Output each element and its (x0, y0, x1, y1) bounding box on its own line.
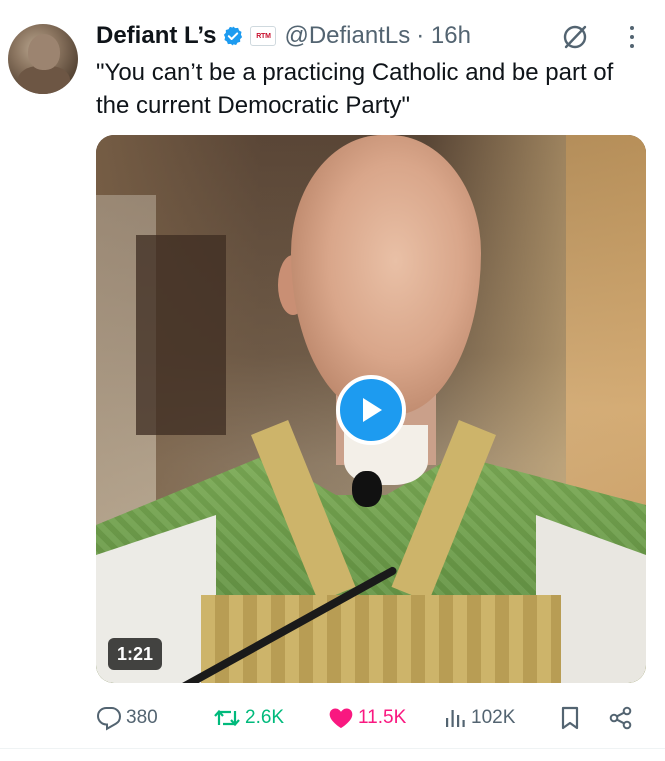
avatar-figure-body (18, 66, 70, 94)
views-icon (446, 710, 465, 727)
action-bar: 380 2.6K 11.5K 102K (96, 700, 644, 736)
video-orphrey (201, 595, 561, 683)
affiliate-badge[interactable]: RTM (250, 26, 277, 46)
tweet-card[interactable]: Defiant L’s RTM @DefiantLs · 16h "You ca… (0, 0, 665, 761)
grok-icon[interactable] (560, 22, 590, 52)
tweet-text: "You can’t be a practicing Catholic and … (96, 59, 614, 119)
repost-button[interactable]: 2.6K (213, 705, 284, 731)
repost-count: 2.6K (245, 707, 285, 728)
share-button[interactable] (608, 705, 634, 731)
repost-icon (214, 709, 240, 727)
reply-button[interactable]: 380 (96, 705, 158, 731)
more-icon[interactable] (628, 26, 636, 52)
avatar[interactable] (8, 24, 78, 94)
timestamp[interactable]: · 16h (416, 22, 471, 50)
video-microphone (352, 471, 382, 507)
like-count: 11.5K (358, 707, 407, 728)
share-icon (609, 706, 632, 730)
handle[interactable]: @DefiantLs (284, 22, 410, 50)
views-count: 102K (471, 707, 516, 728)
video-player[interactable]: 1:21 (96, 135, 646, 683)
reply-count: 380 (126, 707, 158, 728)
video-window (136, 235, 226, 435)
display-name[interactable]: Defiant L’s (96, 22, 216, 50)
views-button[interactable]: 102K (443, 706, 515, 730)
bookmark-icon (561, 706, 579, 730)
video-duration: 1:21 (108, 638, 163, 670)
tweet-header: Defiant L’s RTM @DefiantLs · 16h (96, 18, 471, 54)
bookmark-button[interactable] (558, 705, 582, 731)
reply-icon (96, 707, 122, 731)
avatar-figure-head (28, 34, 60, 70)
verified-badge-icon (222, 25, 244, 47)
divider (0, 748, 665, 749)
like-button[interactable]: 11.5K (328, 706, 406, 730)
like-icon (329, 708, 353, 728)
play-icon (363, 398, 382, 422)
play-button[interactable] (336, 375, 406, 445)
